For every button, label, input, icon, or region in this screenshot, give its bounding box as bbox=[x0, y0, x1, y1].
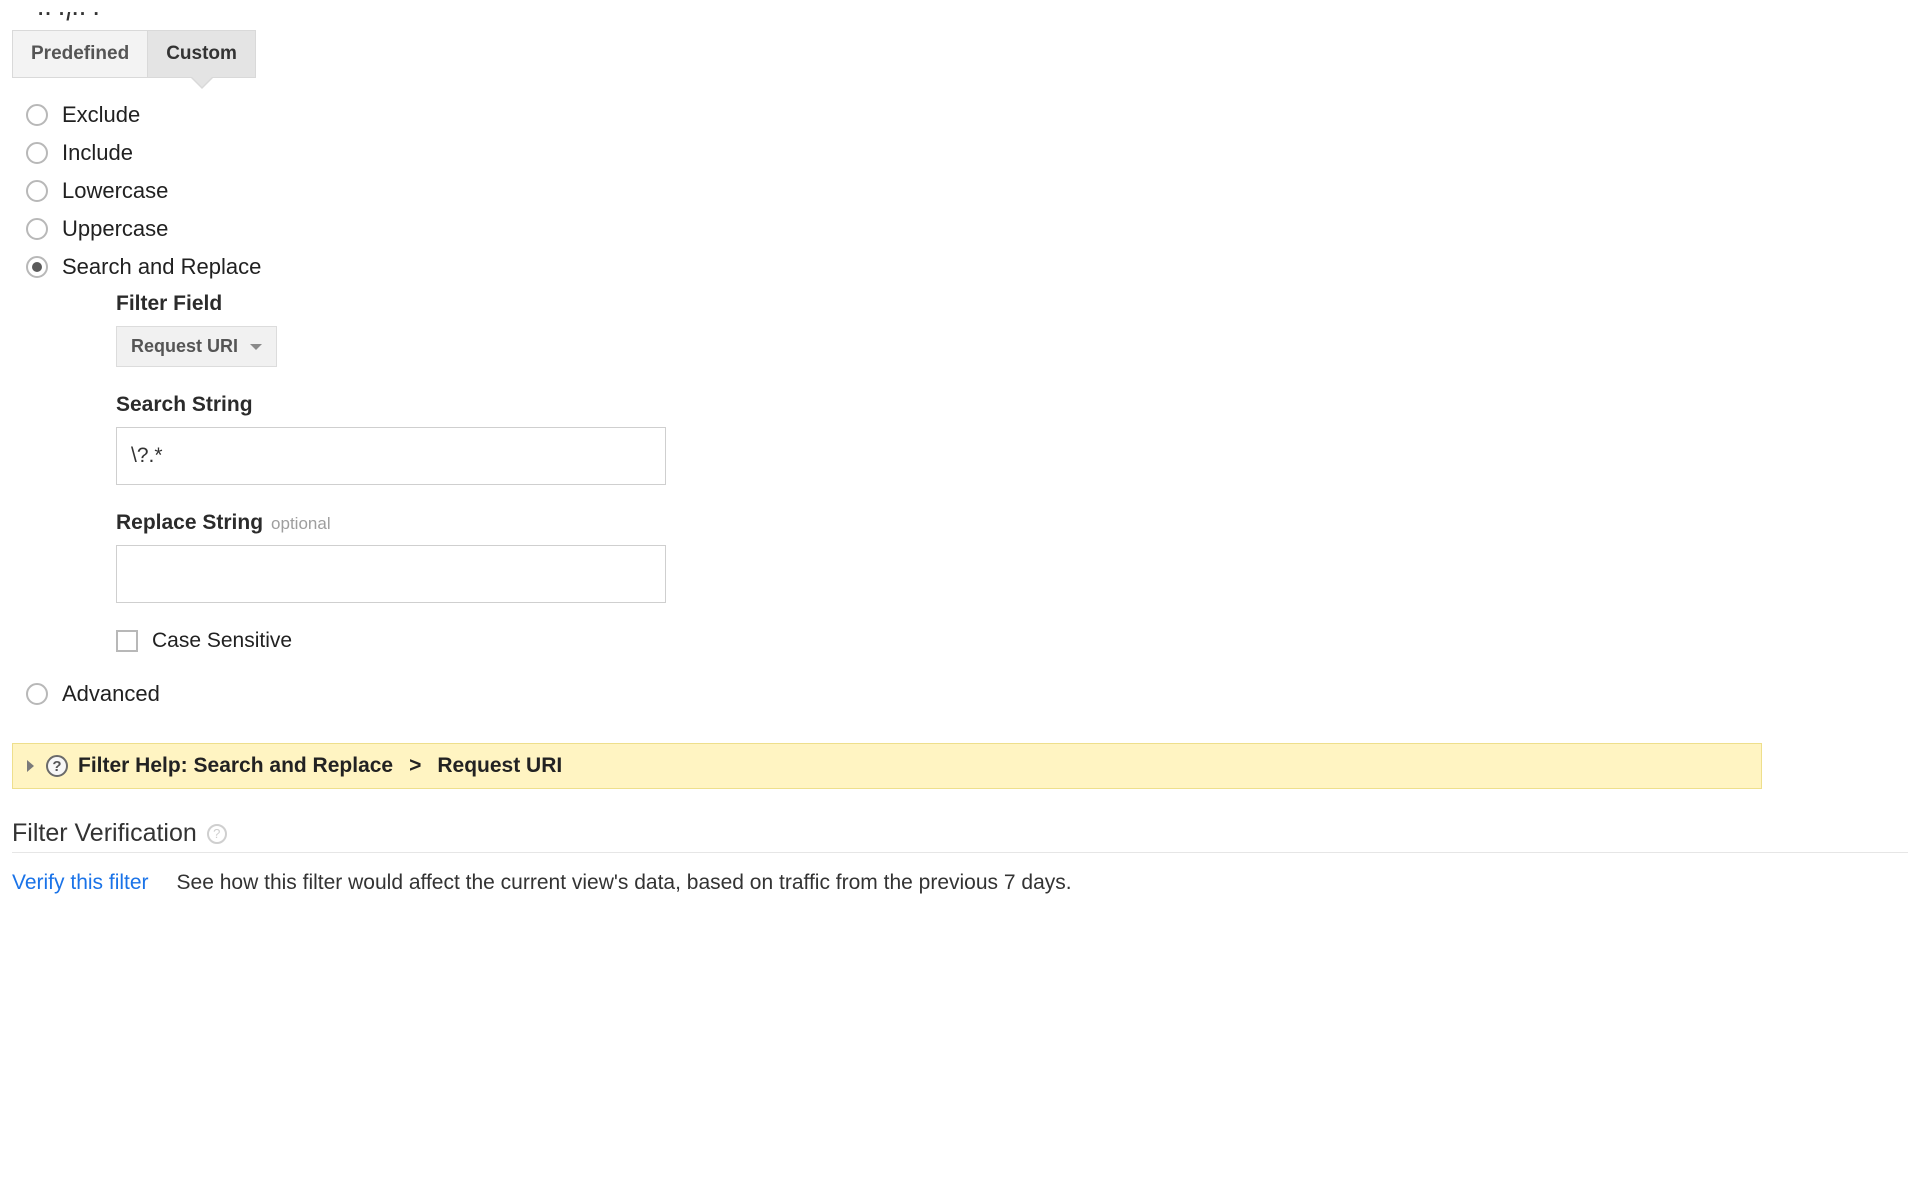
verify-this-filter-link[interactable]: Verify this filter bbox=[12, 871, 149, 895]
radio-icon bbox=[26, 683, 48, 705]
radio-icon bbox=[26, 180, 48, 202]
filter-verification-heading: Filter Verification ? bbox=[12, 819, 1908, 848]
replace-string-input[interactable] bbox=[116, 545, 666, 603]
filter-field-label: Filter Field bbox=[116, 292, 1908, 316]
help-icon[interactable]: ? bbox=[207, 824, 227, 844]
radio-icon bbox=[26, 104, 48, 126]
search-string-input[interactable] bbox=[116, 427, 666, 485]
help-icon: ? bbox=[46, 755, 68, 777]
custom-filter-radio-group: Exclude Include Lowercase Uppercase Sear… bbox=[26, 102, 1908, 707]
radio-label: Lowercase bbox=[62, 178, 168, 204]
replace-string-label-text: Replace String bbox=[116, 511, 263, 535]
chevron-down-icon bbox=[250, 344, 262, 350]
radio-icon bbox=[26, 142, 48, 164]
case-sensitive-checkbox[interactable]: Case Sensitive bbox=[116, 629, 1908, 653]
filter-field-dropdown[interactable]: Request URI bbox=[116, 326, 277, 367]
radio-exclude[interactable]: Exclude bbox=[26, 102, 1908, 128]
filter-field-value: Request URI bbox=[131, 336, 238, 357]
radio-search-and-replace[interactable]: Search and Replace bbox=[26, 254, 1908, 280]
radio-label: Include bbox=[62, 140, 133, 166]
radio-advanced[interactable]: Advanced bbox=[26, 681, 1908, 707]
radio-label: Search and Replace bbox=[62, 254, 261, 280]
radio-include[interactable]: Include bbox=[26, 140, 1908, 166]
filter-help-prefix: Filter Help: Search and Replace bbox=[78, 754, 393, 778]
checkbox-icon bbox=[116, 630, 138, 652]
search-and-replace-form: Filter Field Request URI Search String R… bbox=[116, 292, 1908, 653]
replace-string-optional-hint: optional bbox=[271, 514, 331, 534]
search-string-label: Search String bbox=[116, 393, 1908, 417]
radio-label: Advanced bbox=[62, 681, 160, 707]
filter-verification-section: Filter Verification ? Verify this filter… bbox=[12, 819, 1908, 895]
radio-label: Uppercase bbox=[62, 216, 168, 242]
tab-custom[interactable]: Custom bbox=[147, 30, 256, 78]
breadcrumb-separator: > bbox=[409, 754, 421, 778]
filter-field-block: Filter Field Request URI bbox=[116, 292, 1908, 367]
filter-verification-description: See how this filter would affect the cur… bbox=[177, 871, 1072, 895]
radio-label: Exclude bbox=[62, 102, 140, 128]
case-sensitive-label: Case Sensitive bbox=[152, 629, 292, 653]
radio-lowercase[interactable]: Lowercase bbox=[26, 178, 1908, 204]
filter-verification-heading-text: Filter Verification bbox=[12, 819, 197, 848]
replace-string-block: Replace String optional bbox=[116, 511, 1908, 603]
filter-type-tabs: Predefined Custom bbox=[12, 30, 1908, 78]
search-string-block: Search String bbox=[116, 393, 1908, 485]
filter-help-subject: Request URI bbox=[437, 754, 562, 778]
radio-uppercase[interactable]: Uppercase bbox=[26, 216, 1908, 242]
filter-help-banner[interactable]: ? Filter Help: Search and Replace > Requ… bbox=[12, 743, 1762, 789]
replace-string-label: Replace String optional bbox=[116, 511, 1908, 535]
radio-icon bbox=[26, 256, 48, 278]
radio-icon bbox=[26, 218, 48, 240]
filter-verification-row: Verify this filter See how this filter w… bbox=[12, 871, 1908, 895]
disclosure-triangle-icon bbox=[27, 760, 34, 772]
divider bbox=[12, 852, 1908, 853]
tab-predefined[interactable]: Predefined bbox=[12, 30, 147, 78]
truncated-section-label bbox=[38, 12, 1908, 24]
